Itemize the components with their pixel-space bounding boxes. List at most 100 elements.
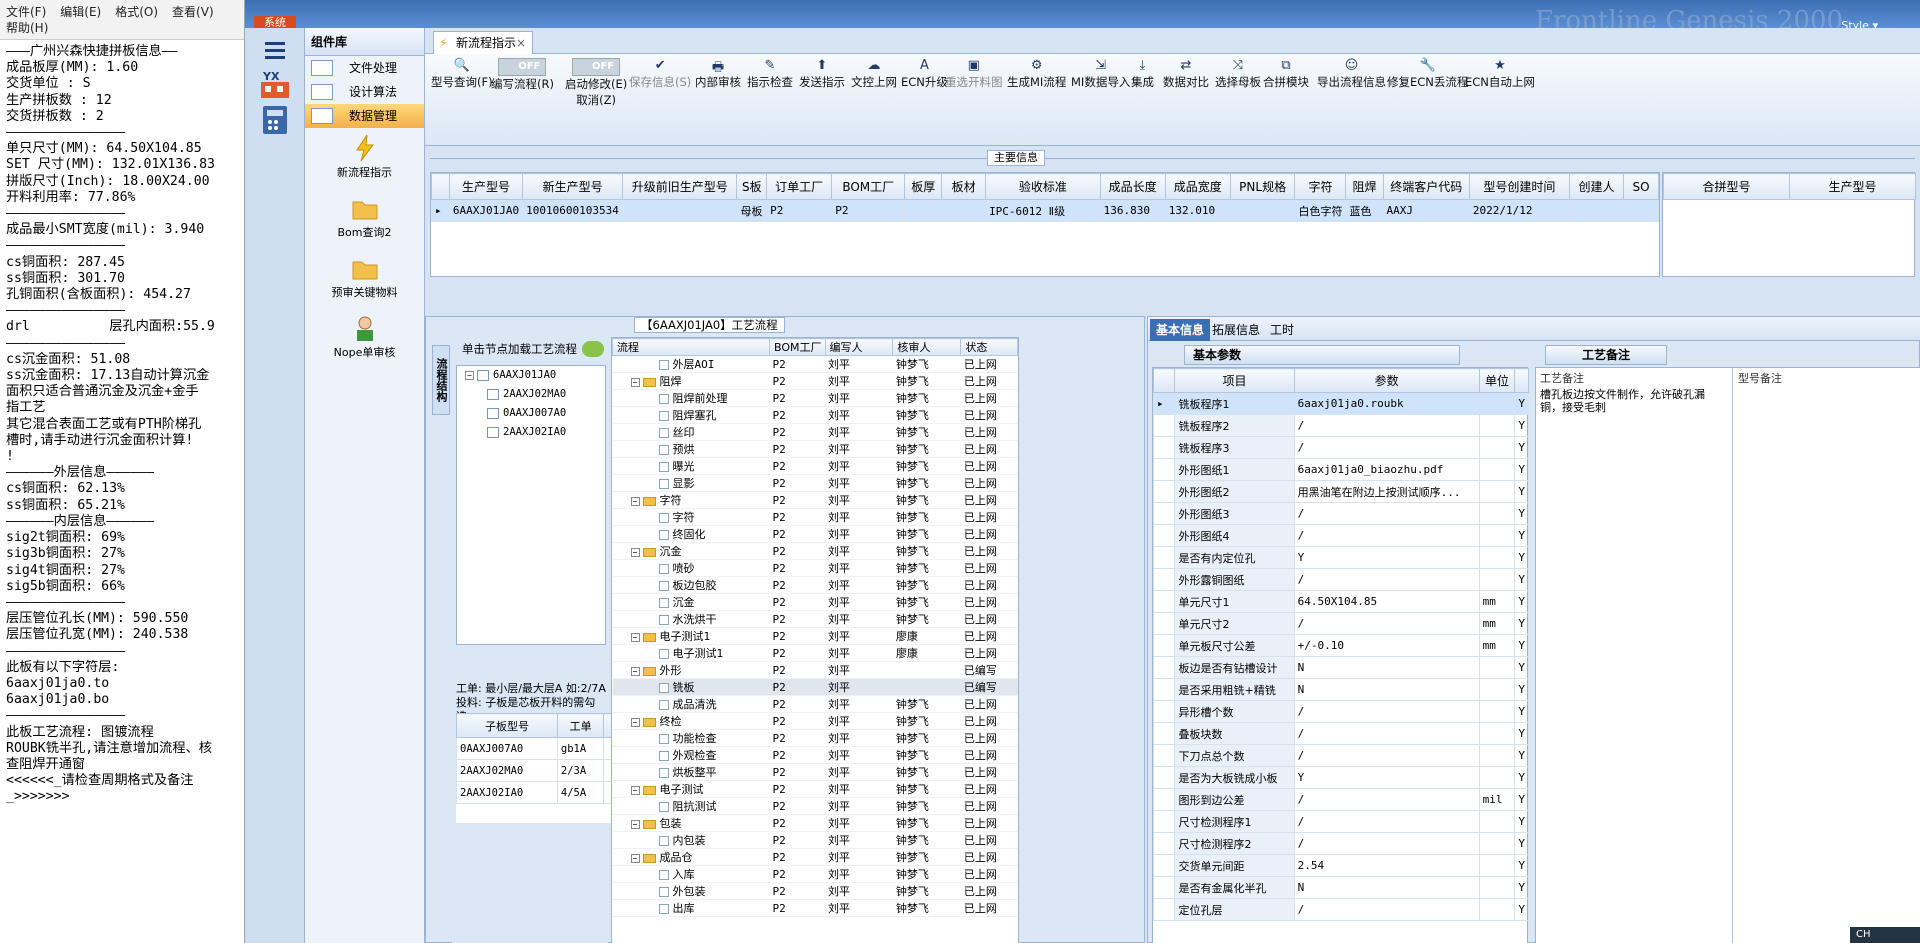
table-cell[interactable]: P2 xyxy=(769,763,825,781)
sidebar-item-design-algorithm[interactable]: 设计算法 xyxy=(305,80,424,104)
flow-row[interactable]: 丝印 P2 刘平 钟梦飞 已上网 xyxy=(612,423,1018,441)
table-cell[interactable]: 蓝色 xyxy=(1345,199,1384,222)
flow-step-cell[interactable]: 丝印 xyxy=(612,423,770,441)
table-cell[interactable]: 刘平 xyxy=(825,797,893,815)
table-cell[interactable]: 刘平 xyxy=(825,627,893,645)
flow-step-cell[interactable]: 入库 xyxy=(612,865,770,883)
param-row[interactable]: 图形到边公差 / mil Y xyxy=(1152,788,1529,811)
param-row[interactable]: 外形图纸3/ Y xyxy=(1152,502,1529,525)
toggle-switch[interactable]: OFF xyxy=(572,58,621,76)
tree-node[interactable]: 2AAXJ02IA0 xyxy=(457,423,605,442)
column-header[interactable]: 成品长度 xyxy=(1099,173,1166,200)
toolbar-button[interactable]: A ECN升级 xyxy=(901,58,948,90)
table-cell[interactable] xyxy=(1623,199,1659,222)
flow-step-cell[interactable]: − 电子测试1 xyxy=(612,627,770,645)
flow-row[interactable]: 烘板整平 P2 刘平 钟梦飞 已上网 xyxy=(612,763,1018,781)
nope-review-action[interactable]: Nope单审核 xyxy=(305,314,424,368)
pre-review-material-action[interactable]: 预审关键物料 xyxy=(305,254,424,308)
table-cell[interactable]: P2 xyxy=(769,865,825,883)
table-cell[interactable]: 刘平 xyxy=(825,712,893,730)
flow-row[interactable]: 入库 P2 刘平 钟梦飞 已上网 xyxy=(612,865,1018,883)
table-cell[interactable]: 0AAXJ007A0 xyxy=(456,737,558,760)
table-cell[interactable]: 钟梦飞 xyxy=(892,763,961,781)
table-cell[interactable]: 已上网 xyxy=(960,423,1018,441)
param-row[interactable]: 单元尺寸1 64.50X104.85 mm Y xyxy=(1152,590,1529,613)
table-cell[interactable]: P2 xyxy=(769,389,825,407)
table-cell[interactable]: 已上网 xyxy=(960,865,1018,883)
toolbar-button[interactable]: ⧉ 合拼模块 xyxy=(1263,58,1309,90)
toolbar-button[interactable]: 🔍 型号查询(F) xyxy=(431,58,493,90)
toolbar-button[interactable]: ☁ 文控上网 xyxy=(851,58,897,90)
param-row[interactable]: 外形图纸2 用黑油笔在附边上按测试顺序... Y xyxy=(1152,480,1529,503)
flow-row[interactable]: 字符 P2 刘平 钟梦飞 已上网 xyxy=(612,508,1018,526)
param-row[interactable]: 单元尺寸2/mm Y xyxy=(1152,612,1529,635)
column-header[interactable]: 新生产型号 xyxy=(522,173,624,200)
collapse-icon[interactable]: − xyxy=(630,666,640,676)
flow-row[interactable]: 终固化 P2 刘平 钟梦飞 已上网 xyxy=(612,525,1018,543)
column-header[interactable]: 验收标准 xyxy=(985,173,1101,200)
column-header[interactable]: BOM工厂 xyxy=(831,173,906,200)
param-row[interactable]: 外形图纸1 6aaxj01ja0_biaozhu.pdf Y xyxy=(1152,458,1529,481)
flow-step-cell[interactable]: − 沉金 xyxy=(612,542,770,560)
flow-row[interactable]: − 阻焊 P2 刘平 钟梦飞 已上网 xyxy=(612,372,1018,390)
table-cell[interactable]: 已上网 xyxy=(960,797,1018,815)
flow-step-cell[interactable]: 阻抗测试 xyxy=(612,797,770,815)
table-cell[interactable]: 钟梦飞 xyxy=(892,882,961,900)
param-value[interactable]: / xyxy=(1293,832,1480,855)
table-cell[interactable]: P2 xyxy=(769,457,825,475)
flow-row[interactable]: 内包装 P2 刘平 钟梦飞 已上网 xyxy=(612,831,1018,849)
table-cell[interactable]: P2 xyxy=(769,610,825,628)
column-header[interactable]: 编写人 xyxy=(824,338,894,356)
column-header[interactable]: 创建人 xyxy=(1568,173,1625,200)
tree-node[interactable]: 0AAXJ007A0 xyxy=(457,404,605,423)
toolbar-button[interactable]: ▣ 重选开料图 xyxy=(945,58,1003,90)
flow-row[interactable]: − 外形 P2 刘平 已编写 xyxy=(612,661,1018,679)
menu-item[interactable]: 帮助(H) xyxy=(6,21,48,35)
flow-row[interactable]: 外包装 P2 刘平 钟梦飞 已上网 xyxy=(612,882,1018,900)
collapse-icon[interactable]: − xyxy=(465,370,474,380)
table-cell[interactable]: 刘平 xyxy=(825,576,893,594)
new-flow-action[interactable]: 新流程指示 xyxy=(305,134,424,188)
table-cell[interactable]: 136.830 xyxy=(1099,199,1166,222)
table-cell[interactable]: 2AAXJ02IA0 xyxy=(456,781,558,804)
flow-row[interactable]: 板边包胶 P2 刘平 钟梦飞 已上网 xyxy=(612,576,1018,594)
table-cell[interactable]: P2 xyxy=(769,491,825,509)
flow-step-cell[interactable]: 外观检查 xyxy=(612,746,770,764)
column-header[interactable]: 项目 xyxy=(1174,368,1295,393)
table-cell[interactable]: 刘平 xyxy=(825,865,893,883)
flow-row[interactable]: 外观检查 P2 刘平 钟梦飞 已上网 xyxy=(612,746,1018,764)
table-cell[interactable]: 已编写 xyxy=(960,678,1018,696)
flow-row[interactable]: 阻焊前处理 P2 刘平 钟梦飞 已上网 xyxy=(612,389,1018,407)
table-cell[interactable]: P2 xyxy=(766,199,833,222)
yx-factory-icon[interactable]: YX xyxy=(259,68,291,100)
table-cell[interactable]: 白色字符 xyxy=(1294,199,1347,222)
flow-step-cell[interactable]: 外层AOI xyxy=(612,355,770,373)
column-header[interactable]: 阻焊 xyxy=(1345,173,1384,200)
table-cell[interactable]: 钟梦飞 xyxy=(892,559,961,577)
flow-step-cell[interactable]: 铣板 xyxy=(612,678,770,696)
flow-step-cell[interactable]: 水洗烘干 xyxy=(612,610,770,628)
collapse-icon[interactable]: − xyxy=(630,377,640,387)
table-cell[interactable]: 钟梦飞 xyxy=(892,610,961,628)
table-cell[interactable]: 刘平 xyxy=(825,593,893,611)
table-cell[interactable]: 刘平 xyxy=(825,695,893,713)
column-header[interactable]: 板厚 xyxy=(904,173,943,200)
table-cell[interactable]: P2 xyxy=(769,848,825,866)
flow-step-cell[interactable]: 显影 xyxy=(612,474,770,492)
table-cell[interactable]: 钟梦飞 xyxy=(892,576,961,594)
column-header[interactable]: 终端客户代码 xyxy=(1382,173,1470,200)
flow-step-cell[interactable]: 阻焊塞孔 xyxy=(612,406,770,424)
table-cell[interactable]: 6AAXJ01JA0 xyxy=(448,199,524,222)
flow-row[interactable]: − 包装 P2 刘平 钟梦飞 已上网 xyxy=(612,814,1018,832)
table-cell[interactable]: P2 xyxy=(769,355,825,373)
flow-step-cell[interactable]: − 阻焊 xyxy=(612,372,770,390)
table-cell[interactable]: 钟梦飞 xyxy=(892,491,961,509)
flow-row[interactable]: 沉金 P2 刘平 钟梦飞 已上网 xyxy=(612,593,1018,611)
table-cell[interactable]: 刘平 xyxy=(825,389,893,407)
bom-query-action[interactable]: Bom查询2 xyxy=(305,194,424,248)
table-cell[interactable]: 钟梦飞 xyxy=(892,729,961,747)
param-value[interactable]: N xyxy=(1293,876,1480,899)
collapse-icon[interactable]: − xyxy=(630,632,640,642)
table-cell[interactable]: 刘平 xyxy=(825,763,893,781)
toolbar-button[interactable]: OFF 启动修改(E) 取消(Z) xyxy=(565,58,627,108)
